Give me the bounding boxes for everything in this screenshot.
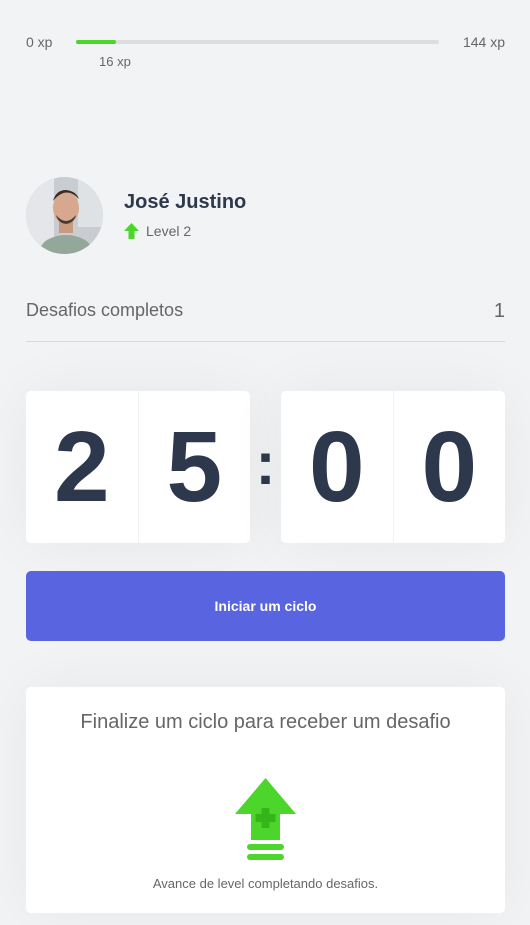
moveit-page: 0 xp 16 xp 144 xp José Justino Level 2 D… bbox=[0, 0, 530, 925]
profile: José Justino Level 2 bbox=[26, 176, 505, 254]
countdown-separator: : bbox=[255, 430, 276, 497]
profile-level: Level 2 bbox=[124, 223, 246, 239]
experience-bar: 0 xp 16 xp 144 xp bbox=[26, 32, 505, 72]
completed-challenges: Desafios completos 1 bbox=[26, 300, 505, 342]
countdown: 2 5 : 0 0 bbox=[26, 391, 505, 543]
profile-info: José Justino Level 2 bbox=[124, 191, 246, 239]
second-digit-tens: 0 bbox=[308, 411, 365, 523]
second-digit-ones: 0 bbox=[392, 391, 506, 543]
xp-track bbox=[76, 40, 439, 44]
profile-level-label: Level 2 bbox=[146, 223, 192, 239]
countdown-seconds: 0 0 bbox=[281, 391, 505, 543]
profile-name: José Justino bbox=[124, 191, 247, 213]
xp-progress-fill bbox=[76, 40, 116, 44]
xp-max-label: 144 xp bbox=[462, 34, 505, 50]
level-up-arrow-icon bbox=[124, 223, 139, 239]
level-up-icon bbox=[235, 778, 296, 860]
minute-digit-ones: 5 bbox=[137, 391, 251, 543]
xp-current-label: 16 xp bbox=[99, 54, 131, 69]
challenge-box-title: Finalize um ciclo para receber um desafi… bbox=[80, 711, 451, 733]
xp-min-label: 0 xp bbox=[26, 34, 53, 50]
start-cycle-button[interactable]: Iniciar um ciclo bbox=[26, 571, 505, 641]
minute-digit-tens: 2 bbox=[53, 411, 110, 523]
completed-challenges-label: Desafios completos bbox=[26, 300, 184, 320]
completed-challenges-count: 1 bbox=[493, 300, 505, 322]
avatar bbox=[26, 176, 103, 254]
challenge-box: Finalize um ciclo para receber um desafi… bbox=[26, 687, 505, 913]
challenge-box-hint: Avance de level completando desafios. bbox=[152, 876, 379, 891]
countdown-minutes: 2 5 bbox=[26, 391, 250, 543]
